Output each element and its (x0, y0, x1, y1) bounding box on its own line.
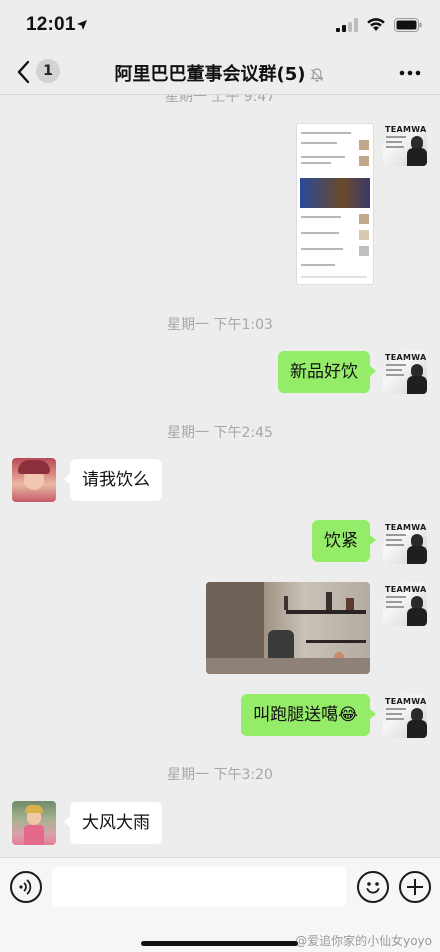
mute-bell-icon (311, 68, 324, 82)
status-icons (336, 17, 422, 32)
plus-icon (407, 879, 423, 895)
chat-header: 1 阿里巴巴董事会议群(5) (0, 52, 440, 95)
watermark: @爱追你家的小仙女yoyo (295, 934, 432, 948)
cellular-signal-icon (336, 17, 358, 32)
timestamp: 星期一 下午1:03 (167, 317, 273, 333)
contact-avatar[interactable] (12, 458, 56, 502)
message-list[interactable]: 星期一 上午 9:47 TEAMWANG 星期 (0, 95, 440, 857)
plus-button[interactable] (399, 871, 431, 903)
status-bar: 12:01 (0, 0, 440, 52)
timestamp: 星期一 下午2:45 (167, 425, 273, 441)
self-avatar[interactable]: TEAMWANG (383, 694, 427, 738)
voice-wave-icon (19, 879, 32, 895)
home-indicator (141, 941, 298, 946)
status-time: 12:01 (26, 14, 76, 35)
more-options-icon[interactable] (398, 63, 422, 83)
timestamp: 星期一 下午3:20 (167, 767, 273, 783)
timestamp: 星期一 上午 9:47 (164, 95, 276, 105)
message-text: 叫跑腿送噶 (253, 705, 339, 725)
message-input-bar: @爱追你家的小仙女yoyo (0, 857, 440, 952)
location-arrow-icon (77, 20, 87, 30)
self-avatar[interactable]: TEAMWANG (383, 122, 427, 166)
message-bubble-outgoing[interactable]: 新品好饮 (278, 351, 376, 393)
battery-icon (394, 17, 422, 32)
message-bubble-outgoing[interactable]: 叫跑腿送噶😂 (241, 694, 376, 736)
wifi-icon (367, 18, 385, 31)
group-name: 阿里巴巴董事会议群(5) (114, 64, 306, 85)
self-avatar[interactable]: TEAMWANG (383, 350, 427, 394)
self-avatar[interactable]: TEAMWANG (383, 582, 427, 626)
message-bubble-incoming[interactable]: 请我饮么 (64, 459, 162, 501)
message-input[interactable] (52, 867, 346, 907)
laughing-emoji: 😂 (338, 705, 358, 725)
contact-avatar[interactable] (12, 801, 56, 845)
voice-button[interactable] (10, 871, 42, 903)
message-bubble-outgoing[interactable]: 饮紧 (312, 520, 376, 562)
emoji-button[interactable] (357, 871, 389, 903)
image-message[interactable] (296, 123, 374, 285)
chat-screen: 12:01 1 阿里巴巴董事会议群(5) 星期一 上午 9:47 TEAMWA … (0, 0, 440, 952)
smiley-icon (366, 882, 380, 894)
self-avatar[interactable]: TEAMWANG (383, 520, 427, 564)
message-bubble-incoming[interactable]: 大风大雨 (64, 802, 162, 844)
chat-title: 阿里巴巴董事会议群(5) (0, 60, 440, 86)
photo-message[interactable] (206, 582, 370, 674)
